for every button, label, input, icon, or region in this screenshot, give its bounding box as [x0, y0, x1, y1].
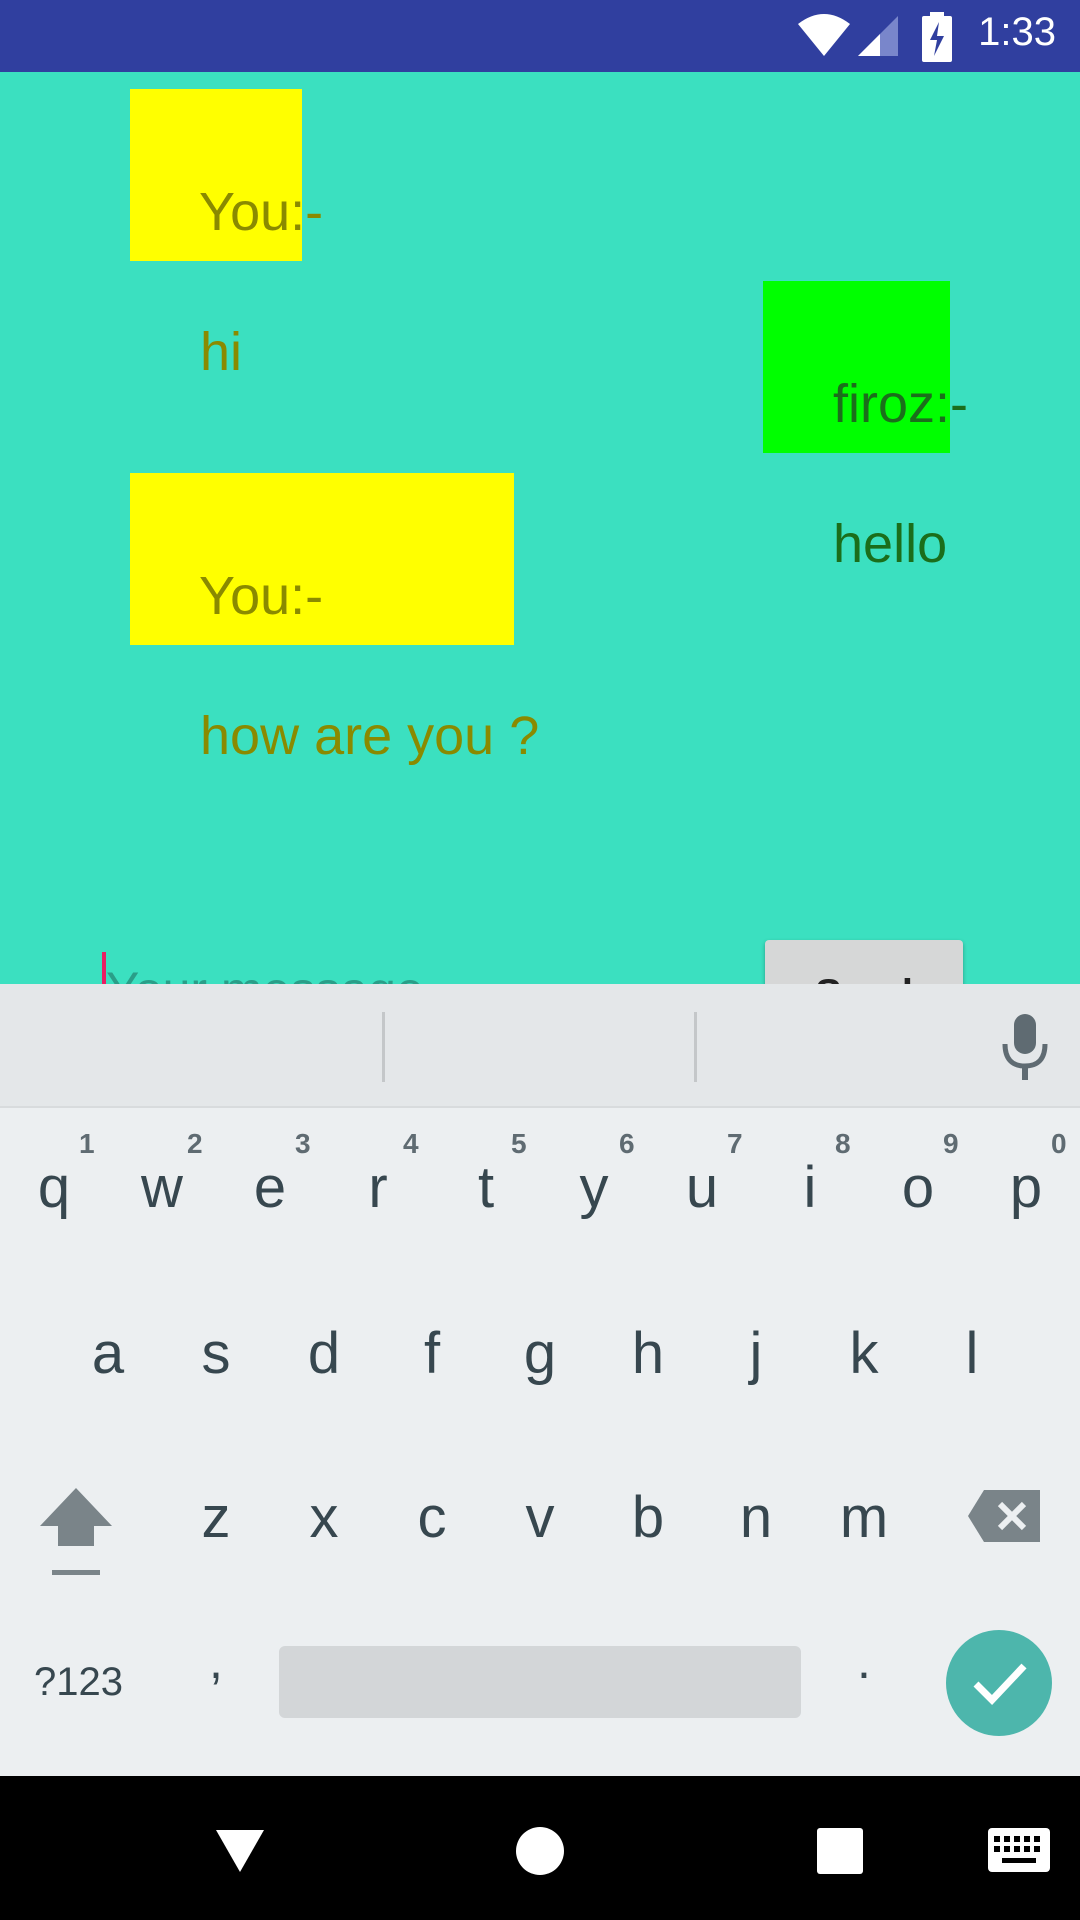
- suggestion-strip: [0, 984, 1080, 1108]
- key-n[interactable]: n: [706, 1484, 806, 1551]
- message-sender: You:-: [199, 182, 324, 242]
- key-v[interactable]: v: [490, 1484, 590, 1551]
- chat-message-other: firoz:- hello: [763, 281, 968, 574]
- suggestion-divider: [382, 1012, 385, 1082]
- key-c[interactable]: c: [382, 1484, 482, 1551]
- soft-keyboard: 1 2 3 4 5 6 7 8 9 0 q w e r t y u i o p …: [0, 984, 1080, 1776]
- key-m[interactable]: m: [814, 1484, 914, 1551]
- key-x[interactable]: x: [274, 1484, 374, 1551]
- microphone-icon[interactable]: [1000, 1014, 1050, 1080]
- key-j[interactable]: j: [706, 1320, 806, 1387]
- key-i[interactable]: i: [760, 1154, 860, 1221]
- symbols-key[interactable]: ?123: [34, 1660, 123, 1705]
- key-e[interactable]: e: [220, 1154, 320, 1221]
- key-u[interactable]: u: [652, 1154, 752, 1221]
- key-a[interactable]: a: [58, 1320, 158, 1387]
- keyboard-switch-icon[interactable]: [988, 1828, 1050, 1872]
- key-g[interactable]: g: [490, 1320, 590, 1387]
- chat-message-you: You:- how are you ?: [130, 473, 539, 766]
- key-q[interactable]: q: [4, 1154, 104, 1221]
- key-h[interactable]: h: [598, 1320, 698, 1387]
- shift-icon[interactable]: [38, 1486, 114, 1576]
- check-icon: [973, 1663, 1027, 1706]
- back-icon[interactable]: [214, 1828, 266, 1874]
- chat-message-you: You:- hi: [130, 89, 323, 382]
- suggestion-divider: [694, 1012, 697, 1082]
- recents-icon[interactable]: [817, 1828, 863, 1874]
- key-k[interactable]: k: [814, 1320, 914, 1387]
- key-p[interactable]: p: [976, 1154, 1076, 1221]
- spacebar[interactable]: [279, 1646, 801, 1718]
- key-r[interactable]: r: [328, 1154, 428, 1221]
- navigation-bar: [0, 1776, 1080, 1920]
- message-text: hello: [833, 514, 948, 574]
- chat-area: You:- hi firoz:- hello You:- how are you…: [0, 72, 1080, 1048]
- wifi-icon: [798, 14, 850, 56]
- key-t[interactable]: t: [436, 1154, 536, 1221]
- message-text: how are you ?: [200, 706, 540, 766]
- key-period[interactable]: .: [814, 1632, 914, 1690]
- key-l[interactable]: l: [922, 1320, 1022, 1387]
- message-sender: You:-: [199, 566, 324, 626]
- message-sender: firoz:-: [833, 374, 969, 434]
- key-o[interactable]: o: [868, 1154, 968, 1221]
- key-b[interactable]: b: [598, 1484, 698, 1551]
- key-z[interactable]: z: [166, 1484, 266, 1551]
- key-y[interactable]: y: [544, 1154, 644, 1221]
- key-s[interactable]: s: [166, 1320, 266, 1387]
- battery-charging-icon: [922, 12, 952, 62]
- status-bar: 1:33: [0, 0, 1080, 72]
- key-comma[interactable]: ,: [166, 1632, 266, 1690]
- enter-key[interactable]: [946, 1630, 1052, 1736]
- cell-signal-icon: [858, 16, 898, 56]
- key-w[interactable]: w: [112, 1154, 212, 1221]
- key-f[interactable]: f: [382, 1320, 482, 1387]
- key-d[interactable]: d: [274, 1320, 374, 1387]
- backspace-icon[interactable]: [966, 1488, 1042, 1544]
- message-text: hi: [200, 322, 243, 382]
- home-icon[interactable]: [515, 1826, 565, 1876]
- status-time: 1:33: [978, 10, 1056, 54]
